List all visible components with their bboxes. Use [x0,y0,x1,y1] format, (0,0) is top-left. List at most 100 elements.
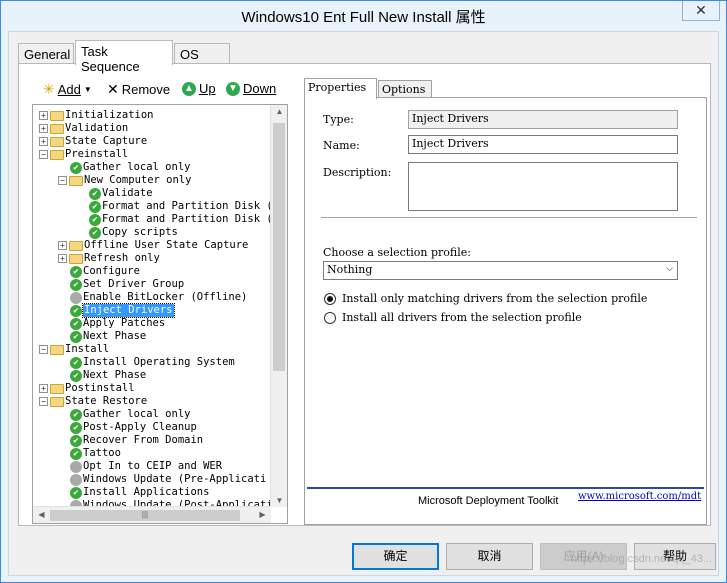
tree-item[interactable]: Windows Update (Pre-Applicati [58,473,266,486]
ok-button[interactable]: 确定 [352,543,439,570]
tree-item[interactable]: ✔ Post-Apply Cleanup [58,421,197,434]
check-icon: ✔ [70,421,82,434]
scroll-up-icon[interactable]: ▲ [271,107,287,116]
expand-icon[interactable]: + [58,241,67,250]
tree-item[interactable]: − State Restore [39,395,147,408]
scroll-down-icon[interactable]: ▼ [271,496,287,505]
name-field[interactable]: Inject Drivers [408,135,678,154]
tree-item-label: State Capture [65,135,148,147]
expand-icon[interactable]: + [39,111,48,120]
tree-item-label: State Restore [65,395,148,407]
tree-item-label: Validate [102,187,153,199]
folder-icon [69,241,83,251]
tree-item-label: Format and Partition Disk ( [102,200,271,212]
tree-item[interactable]: − Install [39,343,109,356]
check-icon: ✔ [70,356,82,369]
check-icon: ✔ [70,278,82,291]
tree-item[interactable]: ✔ Inject Drivers [58,303,175,318]
tree-item[interactable]: + Offline User State Capture [58,239,248,252]
tab-task-sequence[interactable]: Task Sequence [75,40,173,74]
check-icon: ✔ [70,486,82,499]
tree-item-label: Configure [83,265,140,277]
up-button[interactable]: ▲ Up [182,81,216,96]
radio-matching-drivers[interactable]: Install only matching drivers from the s… [324,292,647,305]
expand-icon[interactable]: + [39,384,48,393]
tree-item[interactable]: ✔ Apply Patches [58,317,165,330]
tree-item[interactable]: ✔ Set Driver Group [58,278,184,291]
scroll-right-icon[interactable]: ▶ [254,510,271,519]
tree-item[interactable]: + Initialization [39,109,154,122]
expand-icon[interactable]: + [39,137,48,146]
add-icon: ✳ [43,81,55,97]
tree-item[interactable]: Enable BitLocker (Offline) [58,291,247,304]
tree-item[interactable]: − New Computer only [58,174,191,187]
up-arrow-icon: ▲ [182,81,196,96]
radio-matching-indicator[interactable] [324,292,336,305]
tree-item[interactable]: − Preinstall [39,148,128,161]
check-icon: ✔ [70,161,82,174]
tree-item-label: Install Applications [83,486,210,498]
down-button[interactable]: ▼ Down [226,81,276,96]
selection-profile-select[interactable]: Nothing ⌵ [323,261,678,280]
cancel-button[interactable]: 取消 [446,543,533,570]
tree-item[interactable]: + Validation [39,122,128,135]
tree-item[interactable]: ✔ Configure [58,265,140,278]
tree-item[interactable]: ✔ Gather local only [58,408,190,421]
collapse-icon[interactable]: − [39,150,48,159]
remove-button[interactable]: ✕ Remove [107,81,170,98]
tree-item-label: Post-Apply Cleanup [83,421,197,433]
type-field: Inject Drivers [408,110,678,129]
check-icon: ✔ [70,447,82,460]
vertical-scrollbar[interactable]: ▲ ▼ [270,105,287,507]
tree-item[interactable]: ✔ Format and Partition Disk ( [77,200,271,213]
folder-icon [50,345,64,355]
tree-item-label: Opt In to CEIP and WER [83,460,223,472]
tree-item[interactable]: + State Capture [39,135,147,148]
tree-item[interactable]: + Refresh only [58,252,160,265]
horizontal-scroll-thumb[interactable]: ||| [50,510,240,521]
title-bar: Windows10 Ent Full New Install 属性 ✕ [1,1,726,31]
tree-content: + Initialization + Validation + State Capture… [33,105,271,507]
mdt-link[interactable]: www.microsoft.com/mdt [578,491,701,502]
tree-item[interactable]: Opt In to CEIP and WER [58,460,222,473]
tree-item[interactable]: + Postinstall [39,382,135,395]
tab-general[interactable]: General [18,43,74,64]
check-icon: ✔ [89,226,101,239]
description-field[interactable] [408,162,678,211]
tree-item[interactable]: ✔ Copy scripts [77,226,178,239]
horizontal-scrollbar[interactable]: ◀ ||| ▶ [33,506,271,523]
tree-item[interactable]: ✔ Next Phase [58,369,146,382]
radio-all-drivers[interactable]: Install all drivers from the selection p… [324,311,582,324]
tree-item[interactable]: ✔ Recover From Domain [58,434,203,447]
tree-item[interactable]: ✔ Tattoo [58,447,121,460]
chevron-down-icon: ⌵ [666,264,673,274]
vertical-scroll-thumb[interactable] [273,123,285,371]
tab-properties[interactable]: Properties [304,78,377,99]
task-sequence-tree[interactable]: + Initialization + Validation + State Capture… [32,104,288,524]
tree-item[interactable]: ✔ Next Phase [58,330,146,343]
tree-item-label: Copy scripts [102,226,178,238]
check-icon: ✔ [70,434,82,447]
task-sequence-editor: ✳ Add ▼ ✕ Remove ▲ Up ▼ Down + Initializ… [25,76,289,525]
tree-item[interactable]: ✔ Validate [77,187,153,200]
tab-os-info[interactable]: OS Info [174,43,230,77]
add-button[interactable]: ✳ Add ▼ [43,81,92,98]
tree-item-label: Recover From Domain [83,434,204,446]
collapse-icon[interactable]: − [39,345,48,354]
close-button[interactable]: ✕ [682,1,720,21]
tree-item-label: Install Operating System [83,356,235,368]
scroll-left-icon[interactable]: ◀ [33,510,50,519]
tree-item-label: Preinstall [65,148,129,160]
expand-icon[interactable]: + [39,124,48,133]
tree-item[interactable]: ✔ Format and Partition Disk ( [77,213,271,226]
tab-options[interactable]: Options [378,80,432,98]
tree-item-label: Format and Partition Disk ( [102,213,271,225]
tree-item[interactable]: ✔ Gather local only [58,161,190,174]
collapse-icon[interactable]: − [58,176,67,185]
radio-all-indicator[interactable] [324,311,336,324]
tree-item[interactable]: ✔ Install Applications [58,486,209,499]
tree-item[interactable]: ✔ Install Operating System [58,356,235,369]
folder-icon [50,111,64,121]
collapse-icon[interactable]: − [39,397,48,406]
expand-icon[interactable]: + [58,254,67,263]
